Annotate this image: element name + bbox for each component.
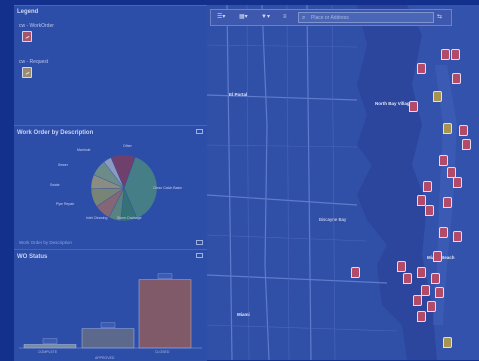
map-pin-icon[interactable] bbox=[417, 267, 426, 278]
map-pin-icon[interactable] bbox=[417, 63, 426, 74]
map-pin-icon[interactable] bbox=[453, 177, 462, 188]
map-pin-icon[interactable] bbox=[417, 195, 426, 206]
pie-label: Pipe Repair bbox=[56, 202, 75, 206]
layers-icon[interactable]: ☰▾ bbox=[217, 13, 225, 22]
map-pin-icon[interactable] bbox=[417, 311, 426, 322]
bar[interactable] bbox=[23, 344, 77, 349]
list-icon[interactable]: ≡ bbox=[283, 13, 287, 22]
map-toolbar: ☰▾ ▦▾ ▼▾ ≡ ⌕ Place or Address ⇆ bbox=[210, 9, 452, 26]
pie-label: Clean Catch Basin bbox=[153, 186, 182, 190]
map-pin-icon[interactable] bbox=[453, 231, 462, 242]
map-label: Miami bbox=[237, 312, 250, 317]
pie-label: Storm Drainage bbox=[117, 216, 142, 220]
map-pin-icon[interactable] bbox=[413, 295, 422, 306]
map-pin-icon[interactable] bbox=[462, 139, 471, 150]
map-basemap bbox=[207, 5, 479, 360]
pie-footer-link[interactable]: Work Order by Description bbox=[19, 240, 72, 245]
status-panel-title: WO Status bbox=[17, 254, 48, 260]
bar-category-label: COMPLETE bbox=[38, 350, 58, 354]
expand-icon[interactable] bbox=[196, 253, 203, 258]
map-pin-icon[interactable] bbox=[351, 267, 360, 278]
map-pin-icon[interactable] bbox=[409, 101, 418, 112]
app-frame: Legend cw - WorkOrder cw - Request Work … bbox=[0, 0, 479, 361]
settings-icon[interactable]: ⇆ bbox=[437, 13, 442, 22]
map-pin-icon[interactable] bbox=[439, 227, 448, 238]
map-pin-icon[interactable] bbox=[443, 337, 452, 348]
legend-panel: Legend cw - WorkOrder cw - Request bbox=[14, 5, 207, 126]
request-pin-icon bbox=[22, 67, 32, 78]
map-pin-icon[interactable] bbox=[443, 197, 452, 208]
side-panel: Legend cw - WorkOrder cw - Request Work … bbox=[14, 5, 207, 361]
map-pin-icon[interactable] bbox=[425, 205, 434, 216]
filter-icon[interactable]: ▼▾ bbox=[261, 13, 270, 22]
legend-layer-workorder: cw - WorkOrder bbox=[19, 23, 54, 29]
bar[interactable] bbox=[81, 328, 135, 349]
map-pin-icon[interactable] bbox=[427, 301, 436, 312]
map-pin-icon[interactable] bbox=[452, 73, 461, 84]
status-panel: WO Status COMPLETE APPROVED CLOSED bbox=[14, 249, 207, 361]
map-view[interactable]: El Portal North Bay Village Miami Miami … bbox=[207, 5, 479, 360]
pie-footer-icon[interactable] bbox=[196, 240, 203, 245]
map-label: El Portal bbox=[229, 92, 248, 97]
search-icon: ⌕ bbox=[302, 15, 306, 21]
legend-title: Legend bbox=[17, 9, 39, 15]
bar-value-box bbox=[100, 322, 116, 328]
search-placeholder: Place or Address bbox=[311, 15, 349, 21]
map-pin-icon[interactable] bbox=[433, 91, 442, 102]
map-label: Biscayne Bay bbox=[319, 217, 347, 222]
workorder-pin-icon bbox=[22, 31, 32, 42]
map-pin-icon[interactable] bbox=[397, 261, 406, 272]
bar-chart bbox=[19, 273, 202, 349]
expand-icon[interactable] bbox=[196, 129, 203, 134]
legend-layer-request: cw - Request bbox=[19, 59, 49, 65]
bar[interactable] bbox=[138, 279, 192, 349]
map-pin-icon[interactable] bbox=[439, 155, 448, 166]
map-pin-icon[interactable] bbox=[435, 287, 444, 298]
bar-category-label: APPROVED bbox=[95, 356, 115, 360]
pie-label: Sewer bbox=[58, 163, 68, 167]
bar-value-box bbox=[157, 273, 173, 279]
map-pin-icon[interactable] bbox=[421, 285, 430, 296]
bar-value-box bbox=[42, 338, 58, 344]
pie-panel-title: Work Order by Description bbox=[17, 130, 94, 136]
map-pin-icon[interactable] bbox=[443, 123, 452, 134]
pie-panel: Work Order by Description Other Clean Ca… bbox=[14, 125, 207, 250]
map-pin-icon[interactable] bbox=[423, 181, 432, 192]
search-input[interactable]: ⌕ Place or Address bbox=[298, 12, 434, 23]
pie-label: Other bbox=[123, 144, 132, 148]
map-pin-icon[interactable] bbox=[459, 125, 468, 136]
pie-label: Swale bbox=[50, 183, 60, 187]
pie-label: Inlet Cleaning bbox=[86, 216, 108, 220]
map-pin-icon[interactable] bbox=[451, 49, 460, 60]
map-pin-icon[interactable] bbox=[441, 49, 450, 60]
pie-label: Manhole bbox=[77, 148, 91, 152]
map-pin-icon[interactable] bbox=[431, 273, 440, 284]
map-pin-icon[interactable] bbox=[433, 251, 442, 262]
map-label: North Bay Village bbox=[375, 101, 413, 106]
map-pin-icon[interactable] bbox=[403, 273, 412, 284]
basemap-icon[interactable]: ▦▾ bbox=[239, 13, 248, 22]
bar-category-label: CLOSED bbox=[155, 350, 170, 354]
